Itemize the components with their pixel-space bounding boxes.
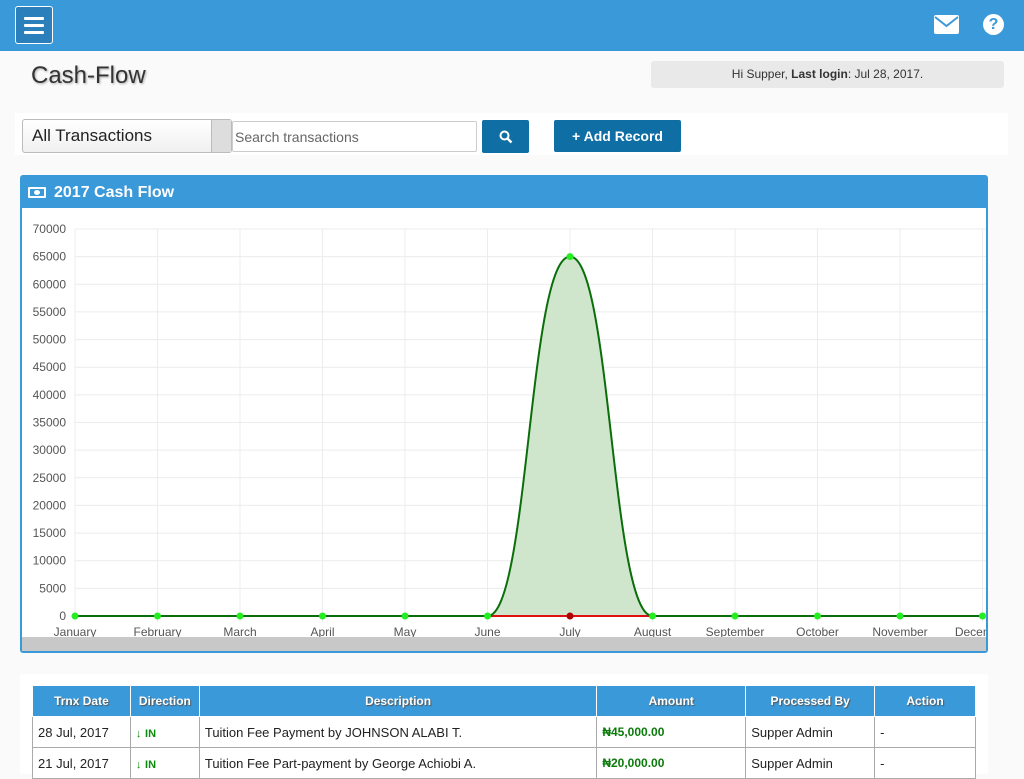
y-tick-label: 30000 (33, 443, 67, 457)
cell-description: Tuition Fee Payment by JOHNSON ALABI T. (198, 716, 598, 748)
data-point-outflow (896, 612, 904, 620)
y-tick-label: 45000 (33, 360, 67, 374)
cell-processed-by: Supper Admin (745, 747, 876, 779)
last-login-label: Last login (791, 67, 848, 81)
cash-flow-panel: 2017 Cash Flow 0 5000 10000 15000 20000 25000… (20, 175, 988, 653)
data-point-outflow (319, 612, 326, 620)
page-title: Cash-Flow (31, 62, 146, 89)
plus-icon: + (572, 128, 581, 144)
table-header-row: Trnx Date Direction Description Amount P… (32, 685, 976, 717)
col-amount[interactable]: Amount (596, 685, 747, 717)
data-point-outflow (401, 612, 409, 620)
y-tick-label: 50000 (33, 333, 67, 347)
cell-date: 21 Jul, 2017 (32, 747, 131, 779)
col-processed-by[interactable]: Processed By (745, 685, 876, 717)
envelope-icon[interactable] (934, 15, 959, 34)
y-tick-label: 15000 (33, 526, 67, 540)
cash-flow-chart: 0 5000 10000 15000 20000 25000 30000 35000 40000… (22, 208, 986, 639)
cell-action: - (874, 747, 976, 779)
arrow-down-icon: ↓ (135, 727, 142, 740)
data-point-inflow (566, 253, 574, 261)
y-tick-label: 20000 (33, 498, 67, 512)
y-tick-label: 55000 (33, 305, 67, 319)
filter-selected-label: All Transactions (32, 126, 152, 145)
horizontal-scrollbar[interactable] (22, 637, 986, 651)
cell-amount: ₦20,000.00 (596, 747, 747, 779)
cell-amount: ₦45,000.00 (596, 716, 747, 748)
y-tick-label: 40000 (33, 388, 67, 402)
search-input[interactable] (232, 121, 477, 152)
y-tick-label: 5000 (39, 581, 66, 595)
data-point-outflow (731, 612, 739, 620)
last-login-value: : Jul 28, 2017. (847, 67, 924, 81)
arrow-down-icon: ↓ (135, 758, 142, 771)
cell-processed-by: Supper Admin (745, 716, 876, 748)
data-point-outflow (154, 612, 161, 620)
data-point-outflow (979, 612, 986, 620)
select-arrow-icon (211, 120, 231, 152)
col-action[interactable]: Action (874, 685, 976, 717)
data-point-outflow (236, 612, 244, 620)
hamburger-icon[interactable] (15, 6, 53, 44)
cell-direction: ↓ IN (129, 716, 200, 748)
top-navbar: ? (0, 0, 1024, 51)
add-record-label: Add Record (583, 128, 663, 144)
col-direction[interactable]: Direction (129, 685, 200, 717)
magnifier-icon (499, 130, 512, 143)
table-row[interactable]: 21 Jul, 2017 ↓ IN Tuition Fee Part-payme… (32, 747, 976, 779)
search-button[interactable] (482, 120, 529, 153)
cell-date: 28 Jul, 2017 (32, 716, 131, 748)
cell-action: - (874, 716, 976, 748)
col-trnx-date[interactable]: Trnx Date (32, 685, 131, 717)
data-point-outflow (71, 612, 79, 620)
y-tick-label: 25000 (33, 471, 67, 485)
col-description[interactable]: Description (198, 685, 598, 717)
question-circle-icon[interactable]: ? (983, 14, 1004, 35)
y-tick-label: 70000 (33, 222, 67, 236)
y-tick-label: 0 (59, 609, 66, 623)
direction-label: IN (145, 758, 157, 771)
y-tick-label: 65000 (33, 250, 67, 264)
direction-label: IN (145, 727, 157, 740)
y-tick-label: 60000 (33, 277, 67, 291)
add-record-button[interactable]: + Add Record (554, 120, 681, 152)
panel-header: 2017 Cash Flow (22, 177, 986, 208)
chart-svg: 0 5000 10000 15000 20000 25000 30000 35000 40000… (33, 222, 986, 639)
data-point-outflow (566, 612, 574, 620)
data-point-outflow (649, 612, 656, 620)
cell-direction: ↓ IN (129, 747, 200, 779)
table-row[interactable]: 28 Jul, 2017 ↓ IN Tuition Fee Payment by… (32, 716, 976, 748)
transaction-filter-select[interactable]: All Transactions (22, 119, 232, 153)
last-login-info: Hi Supper, Last login: Jul 28, 2017. (651, 61, 1004, 88)
money-bill-icon (28, 187, 46, 198)
y-tick-label: 10000 (33, 554, 67, 568)
cell-description: Tuition Fee Part-payment by George Achio… (198, 747, 598, 779)
transactions-table: Trnx Date Direction Description Amount P… (32, 685, 976, 779)
data-point-outflow (484, 612, 491, 620)
panel-title: 2017 Cash Flow (54, 184, 175, 201)
data-point-outflow (814, 612, 821, 620)
y-tick-label: 35000 (33, 416, 67, 430)
greeting-text: Hi Supper, (731, 67, 792, 81)
